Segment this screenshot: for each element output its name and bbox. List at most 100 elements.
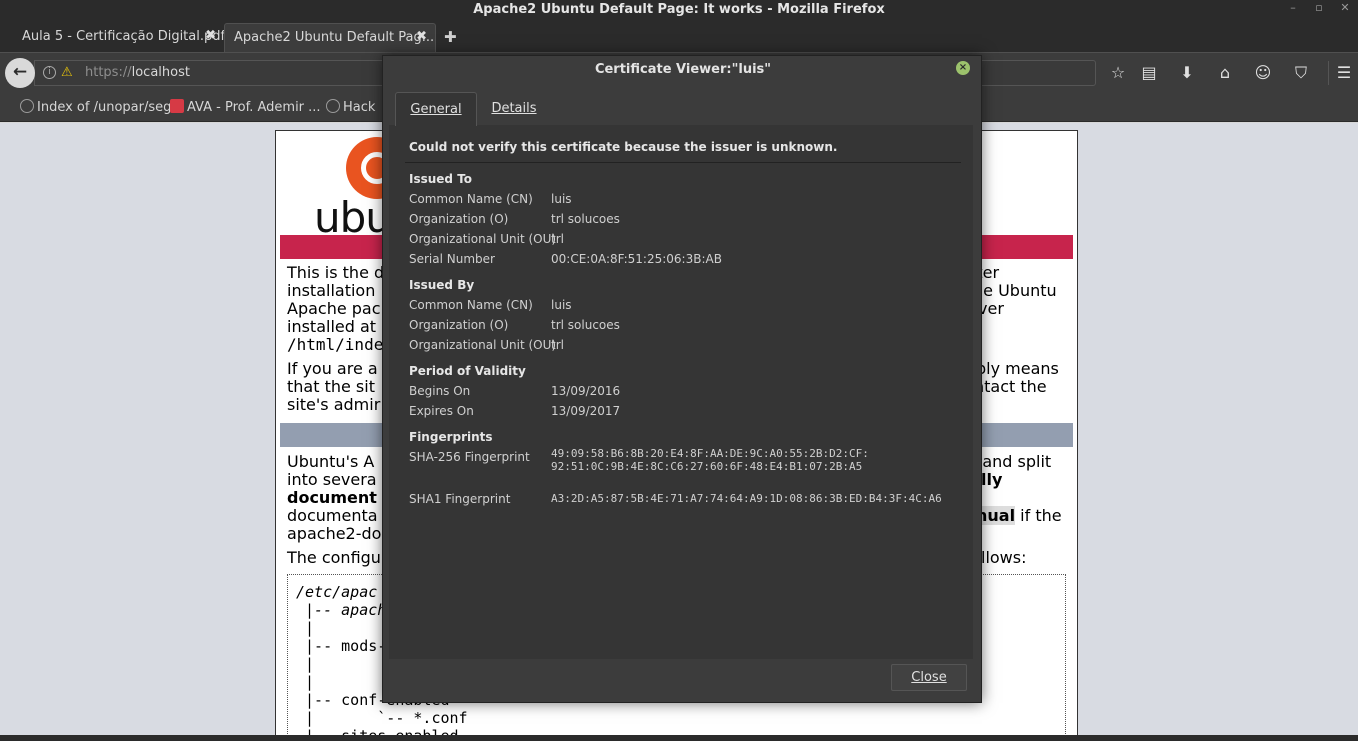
- validity-heading: Period of Validity: [409, 364, 526, 378]
- serial-number-value[interactable]: 00:CE:0A:8F:51:25:06:3B:AB: [551, 252, 722, 266]
- bookmark-label: Index of /unopar/seg: [37, 100, 172, 115]
- paragraph-text: ntact the: [974, 377, 1047, 396]
- issued-to-ou-value[interactable]: trl: [551, 232, 564, 246]
- verification-warning: Could not verify this certificate becaus…: [409, 140, 838, 154]
- paragraph-text: The configu: [287, 548, 381, 567]
- bookmark-label: Hack: [343, 100, 376, 115]
- sha256-fingerprint-line2[interactable]: 92:51:0C:9B:4E:8C:C6:27:60:6F:48:E4:B1:0…: [551, 461, 862, 473]
- window-title: Apache2 Ubuntu Default Page: It works - …: [473, 2, 885, 17]
- field-label: Common Name (CN): [409, 192, 533, 206]
- maximize-icon[interactable]: ▫: [1309, 0, 1329, 18]
- code-line: |-- mods-: [296, 637, 387, 655]
- window-titlebar: Apache2 Ubuntu Default Page: It works - …: [0, 0, 1358, 20]
- paragraph-text: document: [287, 488, 377, 507]
- code-line: /etc/apac: [296, 583, 378, 601]
- info-icon[interactable]: i: [43, 66, 56, 79]
- tab-label: Aula 5 - Certificação Digital.pdf: [22, 29, 226, 44]
- close-tab-icon[interactable]: ✖: [416, 29, 427, 44]
- library-icon[interactable]: ▤: [1138, 62, 1160, 84]
- begins-on-value[interactable]: 13/09/2016: [551, 384, 620, 398]
- issued-by-ou-value[interactable]: trl: [551, 338, 564, 352]
- url-host: localhost: [131, 65, 190, 80]
- tab-label: Apache2 Ubuntu Default Pag...: [234, 30, 435, 45]
- paragraph-text: apache2-do: [287, 524, 382, 543]
- home-icon[interactable]: ⌂: [1214, 62, 1236, 84]
- toolbar-separator: [1328, 61, 1329, 85]
- new-tab-icon[interactable]: ✚: [444, 28, 457, 46]
- paragraph-text: site's admir: [287, 395, 381, 414]
- dialog-title: Certificate Viewer:"luis": [594, 62, 772, 77]
- issued-by-org-value[interactable]: trl solucoes: [551, 318, 620, 332]
- paragraph-text: he Ubuntu: [973, 281, 1057, 300]
- paragraph-text: installation: [287, 281, 376, 300]
- paragraph-text: Ubuntu's A: [287, 452, 375, 471]
- warning-lock-icon[interactable]: ⚠: [61, 65, 73, 80]
- sha1-fingerprint-value[interactable]: A3:2D:A5:87:5B:4E:71:A7:74:64:A9:1D:08:8…: [551, 493, 942, 505]
- hamburger-menu-icon[interactable]: ☰: [1333, 62, 1355, 84]
- bookmark-item[interactable]: AVA - Prof. Ademir ...: [170, 99, 321, 115]
- fingerprints-heading: Fingerprints: [409, 430, 493, 444]
- globe-icon: [20, 99, 34, 113]
- globe-icon: [326, 99, 340, 113]
- field-label: Begins On: [409, 384, 471, 398]
- code-line: |-- sites-enabled: [296, 727, 459, 735]
- close-window-icon[interactable]: ✕: [1335, 0, 1355, 18]
- paragraph-text: into severa: [287, 470, 377, 489]
- code-line: |: [296, 655, 378, 673]
- paragraph-text: llows:: [981, 548, 1027, 567]
- code-line: |-- apach: [296, 601, 387, 619]
- field-label: Organizational Unit (OU): [409, 232, 557, 246]
- field-label: Serial Number: [409, 252, 495, 266]
- close-dialog-icon[interactable]: ×: [956, 61, 970, 75]
- paragraph-text: bly means: [976, 359, 1059, 378]
- expires-on-value[interactable]: 13/09/2017: [551, 404, 620, 418]
- close-button[interactable]: Close: [891, 664, 967, 691]
- path-code: /html/inde: [287, 335, 384, 354]
- field-label: SHA1 Fingerprint: [409, 492, 511, 506]
- minimize-icon[interactable]: –: [1283, 0, 1303, 18]
- paragraph-text: If you are a: [287, 359, 378, 378]
- tab-label: Details: [491, 101, 537, 116]
- button-label: Close: [911, 670, 947, 685]
- paragraph-text: This is the d: [287, 263, 385, 282]
- field-label: Expires On: [409, 404, 474, 418]
- certificate-viewer-dialog: Certificate Viewer:"luis" × General Deta…: [382, 55, 982, 703]
- tab-pdf[interactable]: Aula 5 - Certificação Digital.pdf ✖: [0, 23, 226, 52]
- issued-to-cn-value[interactable]: luis: [551, 192, 572, 206]
- code-line: | `-- *.conf: [296, 709, 468, 727]
- issued-by-cn-value[interactable]: luis: [551, 298, 572, 312]
- close-tab-icon[interactable]: ✖: [205, 28, 216, 43]
- paragraph-text: documenta: [287, 506, 378, 525]
- tab-general[interactable]: General: [395, 92, 477, 126]
- url-scheme: https://: [85, 65, 132, 80]
- field-label: Organization (O): [409, 318, 509, 332]
- field-label: Common Name (CN): [409, 298, 533, 312]
- download-icon[interactable]: ⬇: [1176, 62, 1198, 84]
- paragraph-text: if the: [1020, 506, 1062, 525]
- divider: [405, 162, 961, 163]
- tab-label: General: [410, 102, 462, 117]
- paragraph-text: Apache pac: [287, 299, 381, 318]
- pocket-icon[interactable]: ⛉: [1290, 62, 1312, 84]
- paragraph-text: installed at: [287, 317, 377, 336]
- field-label: SHA-256 Fingerprint: [409, 450, 530, 464]
- sha256-fingerprint-line1[interactable]: 49:09:58:B6:8B:20:E4:8F:AA:DE:9C:A0:55:2…: [551, 448, 869, 460]
- code-line: |: [296, 619, 315, 637]
- desktop-taskbar: [0, 735, 1358, 741]
- issued-to-heading: Issued To: [409, 172, 473, 186]
- tab-apache[interactable]: Apache2 Ubuntu Default Pag... ✖: [224, 23, 436, 52]
- emoji-icon[interactable]: ☺: [1252, 62, 1274, 84]
- bookmark-label: AVA - Prof. Ademir ...: [187, 100, 321, 115]
- tab-details[interactable]: Details: [483, 92, 545, 126]
- bookmark-item[interactable]: Hack: [326, 99, 375, 115]
- url-text[interactable]: https://localhost: [85, 65, 190, 80]
- issued-to-org-value[interactable]: trl solucoes: [551, 212, 620, 226]
- code-line: |: [296, 673, 378, 691]
- paragraph-text: lly: [981, 470, 1003, 489]
- back-button[interactable]: ←: [5, 58, 35, 88]
- issued-by-heading: Issued By: [409, 278, 475, 292]
- field-label: Organization (O): [409, 212, 509, 226]
- bookmark-item[interactable]: Index of /unopar/seg: [20, 99, 171, 115]
- star-bookmark-icon[interactable]: ☆: [1107, 62, 1129, 84]
- field-label: Organizational Unit (OU): [409, 338, 557, 352]
